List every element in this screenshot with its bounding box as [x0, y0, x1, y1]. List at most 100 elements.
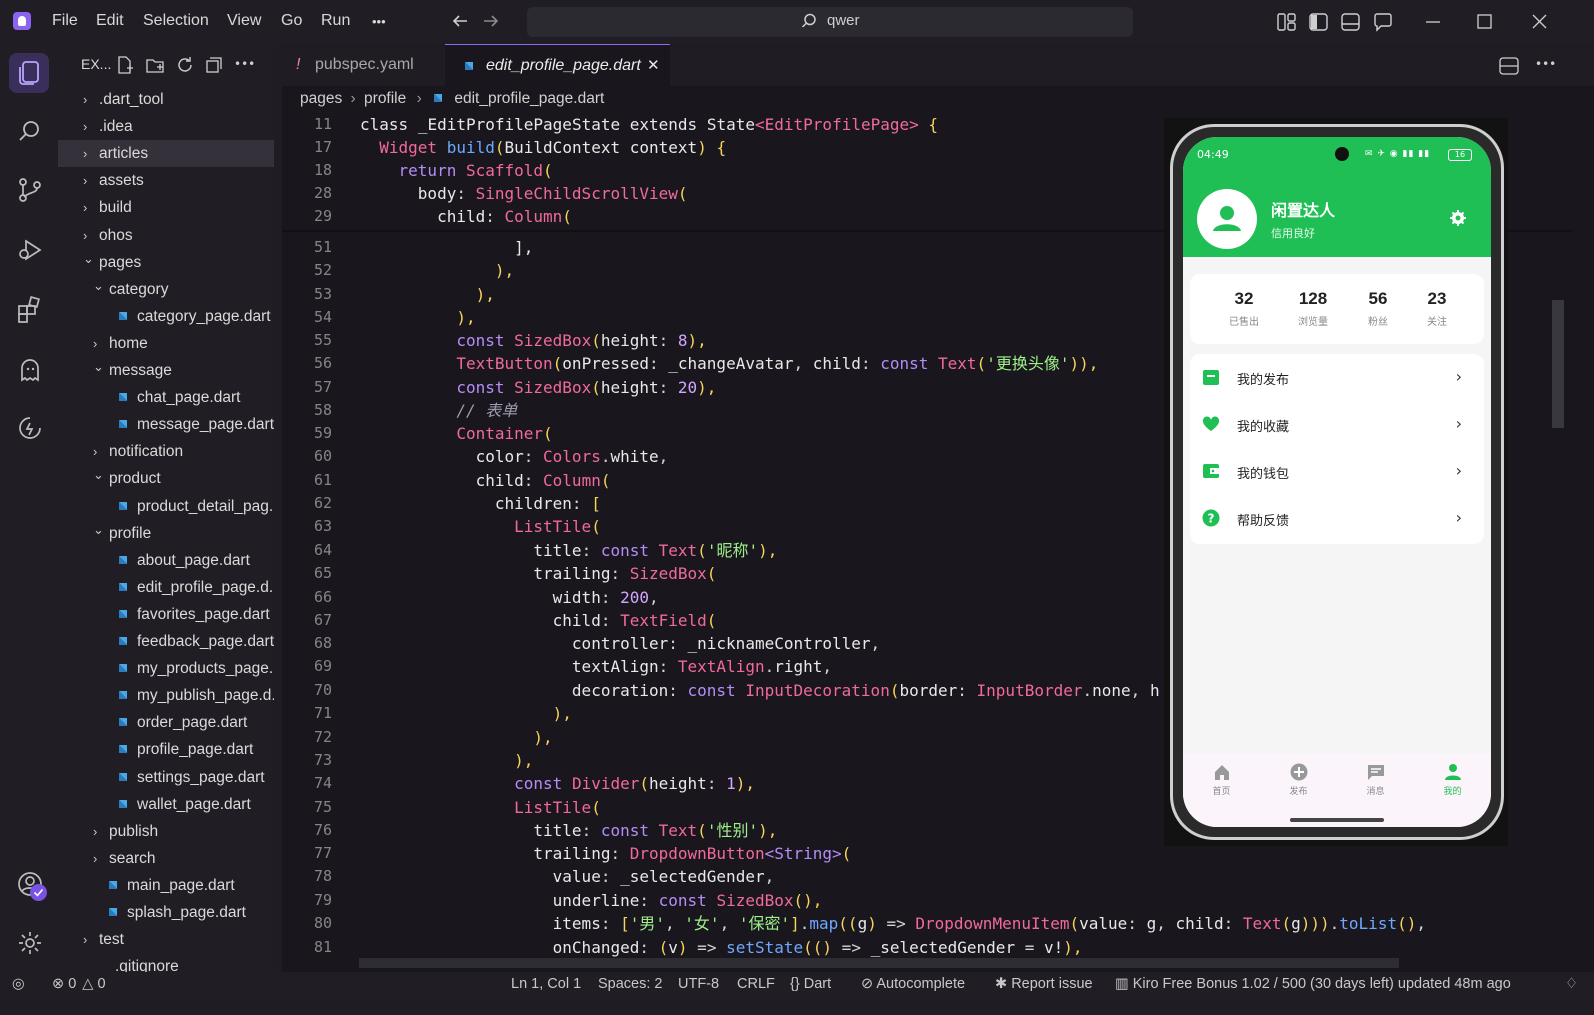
kiro-usage[interactable]: ▥ Kiro Free Bonus 1.02 / 500 (30 days le… [1115, 976, 1511, 992]
tree-item[interactable]: product_detail_pag... [58, 493, 274, 520]
avatar[interactable] [1197, 189, 1257, 249]
cursor-position[interactable]: Ln 1, Col 1 [511, 976, 581, 992]
problems-indicator[interactable]: ⊗ 0 △ 0 [52, 976, 106, 992]
code-line[interactable]: 81 onChanged: (v) => setState(() => _sel… [282, 936, 1582, 959]
tree-item[interactable]: › notification [58, 438, 274, 465]
breadcrumb-file[interactable]: edit_profile_page.dart [454, 90, 604, 107]
collapse-all-icon[interactable] [204, 55, 224, 75]
tree-item[interactable]: › assets [58, 167, 274, 194]
back-arrow-icon[interactable] [451, 12, 469, 30]
menu-run[interactable]: Run [321, 12, 350, 30]
remote-icon[interactable]: ◎ [12, 976, 25, 992]
split-editor-icon[interactable] [1499, 56, 1519, 76]
new-folder-icon[interactable] [145, 55, 165, 75]
tree-item[interactable]: ⌄ pages [58, 249, 274, 276]
tree-item[interactable]: › .idea [58, 113, 274, 140]
menu-item-favorites[interactable]: 我的收藏 › [1190, 401, 1484, 448]
toggle-panel-icon[interactable] [1341, 12, 1361, 32]
menu-more[interactable]: ••• [372, 14, 386, 29]
tree-item[interactable]: › .dart_tool [58, 86, 274, 113]
tree-item[interactable]: splash_page.dart [58, 899, 274, 926]
maximize-icon[interactable] [1475, 12, 1495, 32]
run-debug-icon[interactable] [16, 236, 44, 264]
explorer-more-icon[interactable]: ••• [234, 57, 255, 71]
layout-customize-icon[interactable] [1277, 12, 1297, 32]
tree-item[interactable]: category_page.dart [58, 303, 274, 330]
editor-more-icon[interactable]: ••• [1535, 57, 1556, 71]
tree-item[interactable]: chat_page.dart [58, 384, 274, 411]
tree-item[interactable]: › home [58, 330, 274, 357]
tree-item[interactable]: my_publish_page.d... [58, 682, 274, 709]
tree-item[interactable]: › search [58, 845, 274, 872]
language-mode[interactable]: {} Dart [790, 976, 831, 992]
tree-item[interactable]: settings_page.dart [58, 764, 274, 791]
minimize-icon[interactable] [1423, 12, 1443, 32]
tab-pubspec[interactable]: ! pubspec.yaml [282, 44, 444, 86]
search-icon[interactable] [16, 118, 44, 146]
chat-icon[interactable] [1373, 12, 1393, 32]
tree-item[interactable]: order_page.dart [58, 709, 274, 736]
tree-item[interactable]: message_page.dart [58, 411, 274, 438]
nav-publish[interactable]: 发布 [1260, 763, 1337, 797]
menu-edit[interactable]: Edit [96, 12, 124, 30]
menu-selection[interactable]: Selection [143, 12, 209, 30]
tree-item[interactable]: wallet_page.dart [58, 791, 274, 818]
vertical-scrollbar-thumb[interactable] [1552, 300, 1564, 428]
line-number: 65 [313, 564, 332, 582]
settings-gear-icon[interactable] [16, 929, 44, 957]
tree-item[interactable]: my_products_page... [58, 655, 274, 682]
tree-item[interactable]: › publish [58, 818, 274, 845]
tree-item[interactable]: ⌄ profile [58, 520, 274, 547]
tree-item[interactable]: › ohos [58, 222, 274, 249]
menu-file[interactable]: File [52, 12, 78, 30]
tree-item[interactable]: main_page.dart [58, 872, 274, 899]
code-line[interactable]: 79 underline: const SizedBox(), [282, 889, 1582, 912]
refresh-icon[interactable] [175, 55, 195, 75]
breadcrumb-profile[interactable]: profile [364, 90, 406, 107]
settings-gear-icon[interactable] [1449, 209, 1467, 227]
kiro-ghost-icon[interactable] [16, 356, 44, 384]
tree-item[interactable]: favorites_page.dart [58, 601, 274, 628]
notifications-bell-icon[interactable]: ♢ [1565, 976, 1578, 992]
files-icon[interactable] [16, 59, 44, 87]
autocomplete-toggle[interactable]: ⊘ Autocomplete [861, 976, 965, 992]
tree-item[interactable]: about_page.dart [58, 547, 274, 574]
tree-item-label: message [109, 362, 172, 379]
menu-go[interactable]: Go [281, 12, 302, 30]
code-line[interactable]: 80 items: ['男', '女', '保密'].map((g) => Dr… [282, 912, 1582, 935]
encoding[interactable]: UTF-8 [678, 976, 719, 992]
tree-item[interactable]: ⌄ product [58, 465, 274, 492]
command-search-box[interactable]: qwer [527, 7, 1133, 37]
horizontal-scrollbar-thumb[interactable] [359, 958, 1399, 968]
tab-close-icon[interactable]: ✕ [647, 45, 660, 87]
nav-home[interactable]: 首页 [1183, 763, 1260, 797]
menu-item-help[interactable]: ? 帮助反馈 › [1190, 495, 1484, 542]
menu-item-my-publish[interactable]: 我的发布 › [1190, 354, 1484, 401]
tree-item[interactable]: feedback_page.dart [58, 628, 274, 655]
breadcrumb-pages[interactable]: pages [300, 90, 342, 107]
nav-messages[interactable]: 消息 [1337, 763, 1414, 797]
toggle-sidebar-icon[interactable] [1309, 12, 1329, 32]
tree-item[interactable]: › articles [58, 140, 274, 168]
report-issue[interactable]: ✱ Report issue [995, 976, 1093, 992]
line-ending[interactable]: CRLF [737, 976, 775, 992]
agent-hooks-icon[interactable] [16, 414, 44, 442]
close-icon[interactable] [1530, 12, 1550, 32]
extensions-icon[interactable] [16, 296, 44, 324]
menu-item-wallet[interactable]: 我的钱包 › [1190, 448, 1484, 495]
nav-mine[interactable]: 我的 [1414, 763, 1491, 797]
source-control-icon[interactable] [16, 176, 44, 204]
tree-item[interactable]: › build [58, 194, 274, 221]
indentation[interactable]: Spaces: 2 [598, 976, 663, 992]
tree-item[interactable]: edit_profile_page.d... [58, 574, 274, 601]
tree-item[interactable]: profile_page.dart [58, 736, 274, 763]
menu-view[interactable]: View [227, 12, 261, 30]
tree-item[interactable]: ⌄ message [58, 357, 274, 384]
code-line[interactable]: 78 value: _selectedGender, [282, 865, 1582, 888]
forward-arrow-icon[interactable] [482, 12, 500, 30]
tree-item[interactable]: › test [58, 926, 274, 953]
tab-edit-profile[interactable]: edit_profile_page.dart ✕ [445, 44, 670, 87]
tree-item-label: my_publish_page.d... [137, 687, 274, 705]
new-file-icon[interactable] [115, 55, 135, 75]
tree-item[interactable]: ⌄ category [58, 276, 274, 303]
